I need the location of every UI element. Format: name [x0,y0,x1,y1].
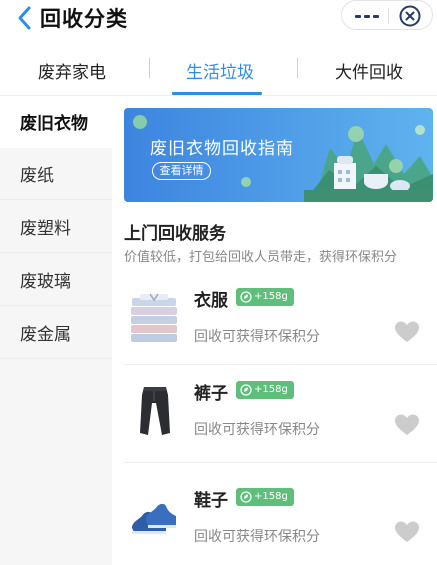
banner-title: 废旧衣物回收指南 [150,139,294,159]
points-badge: +158g [236,288,294,306]
item-name: 鞋子 [194,491,228,511]
view-details-button[interactable]: 查看详情 [152,162,211,180]
list-item[interactable]: 衣服 +158g 回收可获得环保积分 [124,282,437,380]
points-badge-label: +158g [254,291,288,302]
leaf-icon [240,491,252,503]
sidebar-item-label: 废玻璃 [20,272,71,292]
item-name: 裤子 [194,384,228,404]
sidebar-item-metal[interactable]: 废金属 [0,307,112,359]
leaf-icon [240,291,252,303]
item-description: 回收可获得环保积分 [194,529,320,545]
active-tab-indicator [172,92,262,95]
sidebar-item-old-clothes[interactable]: 废旧衣物 [0,96,112,148]
section-description: 价值较低，打包给回收人员带走，获得环保积分 [124,250,398,265]
item-description: 回收可获得环保积分 [194,422,320,438]
sidebar-item-plastic[interactable]: 废塑料 [0,201,112,253]
capsule-divider [388,8,389,24]
tab-bulky-items[interactable]: 大件回收 [335,58,403,83]
page-title: 回收分类 [40,7,128,31]
tab-appliances[interactable]: 废弃家电 [38,58,106,83]
sidebar-item-label: 废纸 [20,166,54,186]
heart-icon[interactable] [394,413,420,437]
heart-icon[interactable] [394,520,420,544]
list-item[interactable]: 裤子 +158g 回收可获得环保积分 [124,375,437,473]
sidebar: 废旧衣物 废纸 废塑料 废玻璃 废金属 [0,96,112,565]
list-item[interactable]: 鞋子 +158g 回收可获得环保积分 [124,482,437,565]
sidebar-item-label: 废金属 [20,325,71,345]
tab-divider [149,58,150,78]
points-badge: +158g [236,381,294,399]
points-badge: +158g [236,488,294,506]
guide-banner[interactable]: 废旧衣物回收指南 查看详情 [124,108,433,202]
clothes-stack-icon [131,293,177,342]
item-divider [124,462,437,463]
close-circle-icon[interactable] [398,4,422,28]
more-dots-icon[interactable] [352,7,382,25]
sidebar-item-glass[interactable]: 废玻璃 [0,254,112,306]
leaf-icon [240,384,252,396]
category-tabs: 废弃家电 生活垃圾 大件回收 [0,40,437,96]
item-name: 衣服 [194,291,228,311]
chevron-left-icon[interactable] [14,5,36,31]
sidebar-item-label: 废塑料 [20,219,71,239]
points-badge-label: +158g [254,384,288,395]
sidebar-item-paper[interactable]: 废纸 [0,148,112,200]
header-bar: 回收分类 [0,0,437,40]
points-badge-label: +158g [254,491,288,502]
mini-program-capsule [341,0,433,30]
section-title: 上门回收服务 [124,224,226,244]
heart-icon[interactable] [394,320,420,344]
trousers-icon [140,387,170,435]
item-divider [124,364,437,365]
tab-household-waste[interactable]: 生活垃圾 [186,58,254,83]
sidebar-item-label: 废旧衣物 [20,114,88,134]
item-description: 回收可获得环保积分 [194,329,320,345]
shoes-icon [132,503,176,534]
tab-divider [297,58,298,78]
